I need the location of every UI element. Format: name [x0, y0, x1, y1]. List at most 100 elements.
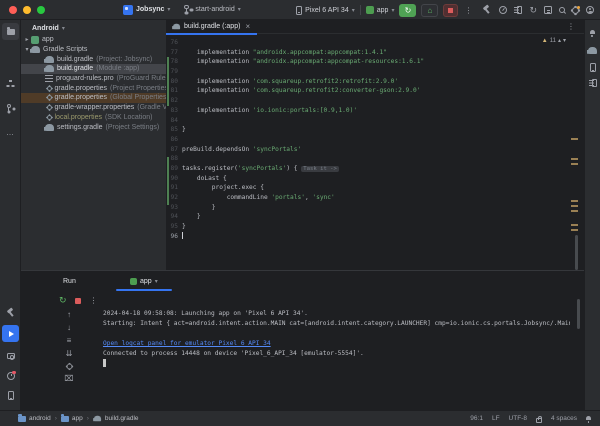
indent-widget[interactable]: 4 spaces — [551, 415, 577, 422]
stop-icon[interactable] — [75, 298, 81, 304]
project-view-selector[interactable]: Android ▾ — [21, 20, 166, 35]
code-token: } — [182, 126, 186, 133]
run-configuration-selector[interactable]: app ▾ — [366, 6, 395, 14]
tree-item[interactable]: build.gradle(Project: Jobsync) — [21, 54, 166, 64]
code-string: 'sync' — [312, 194, 334, 201]
project-tool-button[interactable] — [2, 23, 19, 40]
gradle-file-icon — [45, 65, 54, 72]
logcat-panel-link[interactable]: Open logcat panel for emulator Pixel 6 A… — [103, 340, 271, 347]
running-devices-tool-button[interactable] — [2, 387, 19, 404]
running-devices-tool-button[interactable] — [585, 59, 600, 76]
run-tab-app[interactable]: app ▾ — [116, 271, 172, 291]
apply-changes-button[interactable]: ⌂ — [421, 4, 438, 17]
breadcrumb-android[interactable]: android — [18, 415, 51, 422]
tree-item-hint: (Module :app) — [96, 65, 139, 72]
vcs-branch-widget[interactable]: start-android ▾ — [184, 5, 240, 15]
zoom-window-button[interactable] — [37, 6, 45, 14]
gradle-icon — [588, 47, 597, 54]
tree-item[interactable]: ▸app — [21, 35, 166, 45]
code-line: 84 — [166, 116, 584, 126]
structure-tool-button[interactable] — [2, 75, 19, 92]
console-scrollbar[interactable] — [577, 299, 580, 329]
up-stack-trace-icon[interactable]: ↑ — [67, 311, 71, 319]
scroll-to-end-icon[interactable]: ⇊ — [66, 350, 73, 358]
module-file-icon — [31, 36, 39, 44]
project-logo-icon — [123, 5, 133, 15]
code-token: doLast { — [182, 175, 227, 182]
code-line: 81 implementation 'com.squareup.retrofit… — [166, 86, 584, 96]
editor-scrollbar[interactable] — [575, 235, 578, 270]
notifications-tool-button[interactable] — [585, 24, 600, 41]
tree-item-hint: (Project Properties) — [110, 85, 166, 92]
encoding-widget[interactable]: UTF-8 — [509, 415, 527, 422]
git-tool-button[interactable] — [2, 100, 19, 117]
code-text: } — [182, 203, 216, 213]
tree-item[interactable]: gradle.properties(Global Properties) — [21, 93, 166, 103]
chevron-down-icon: ▾ — [391, 7, 394, 14]
gradle-sync-icon[interactable]: ↻ — [529, 6, 537, 15]
close-icon[interactable]: × — [245, 22, 250, 31]
console-settings-icon[interactable] — [66, 364, 72, 370]
soft-wrap-icon[interactable]: ≡ — [67, 337, 72, 345]
build-icon[interactable] — [482, 5, 492, 15]
build-tool-button[interactable] — [2, 304, 19, 321]
tree-item[interactable]: build.gradle(Module :app) — [21, 64, 166, 74]
rerun-button[interactable]: ↻ — [399, 4, 416, 17]
tree-item[interactable]: proguard-rules.pro(ProGuard Rules for ":… — [21, 74, 166, 84]
tree-item[interactable]: settings.gradle(Project Settings) — [21, 122, 166, 132]
caret-position-widget[interactable]: 96:1 — [470, 415, 483, 422]
logcat-tool-button[interactable] — [2, 347, 19, 364]
chevron-right-icon[interactable]: ▸ — [23, 36, 31, 43]
rerun-icon[interactable]: ↻ — [59, 295, 67, 306]
minimize-window-button[interactable] — [23, 6, 31, 14]
device-selector[interactable]: Pixel 6 API 34 ▾ — [296, 6, 355, 15]
run-console[interactable]: 2024-04-18 09:58:08: Launching app on 'P… — [103, 309, 570, 406]
down-stack-trace-icon[interactable]: ↓ — [67, 324, 71, 332]
run-config-icon — [366, 6, 374, 14]
code-line: 79 — [166, 67, 584, 77]
git-branch-icon — [184, 5, 192, 15]
line-number: 87 — [166, 145, 178, 155]
line-number: 95 — [166, 222, 178, 232]
gradle-tool-button[interactable] — [585, 42, 600, 59]
more-tool-windows-button[interactable]: … — [2, 124, 19, 141]
code-line: 89tasks.register('syncPortals') { Task i… — [166, 164, 584, 174]
code-line: 87preBuild.dependsOn 'syncPortals' — [166, 145, 584, 155]
device-manager-tool-button[interactable] — [585, 75, 600, 92]
problems-tool-button[interactable] — [2, 367, 19, 384]
tree-item[interactable]: gradle.properties(Project Properties) — [21, 83, 166, 93]
run-tool-button[interactable] — [2, 325, 19, 342]
phone-icon — [8, 391, 14, 400]
stop-button[interactable] — [443, 4, 458, 17]
gradle-file-icon — [94, 416, 101, 422]
tree-item[interactable]: local.properties(SDK Location) — [21, 113, 166, 123]
code-token: } — [182, 223, 186, 230]
notifications-icon[interactable] — [586, 416, 592, 422]
project-widget[interactable]: Jobsync ▾ — [123, 5, 170, 15]
tree-item-hint: (Project: Jobsync) — [96, 56, 152, 63]
readonly-lock-icon[interactable] — [536, 418, 542, 423]
breadcrumb-build-gradle[interactable]: build.gradle — [93, 415, 139, 422]
more-actions-menu[interactable]: ⋮ — [463, 6, 473, 15]
line-separator-widget[interactable]: LF — [492, 415, 500, 422]
tree-item[interactable]: gradle-wrapper.properties(Gradle Version… — [21, 103, 166, 113]
code-line: 82 — [166, 96, 584, 106]
search-everywhere-icon[interactable] — [559, 7, 565, 13]
code-token: implementation — [182, 87, 253, 94]
tree-item[interactable]: ▾Gradle Scripts — [21, 45, 166, 55]
code-string: 'com.squareup.retrofit2:retrofit:2.9.0' — [253, 78, 398, 85]
clear-console-icon[interactable]: ⌧ — [64, 375, 73, 383]
more-options-menu[interactable]: ⋮ — [89, 296, 99, 305]
editor-tab-build-gradle[interactable]: build.gradle (:app) × — [166, 20, 257, 34]
tab-options-menu[interactable]: ⋮ — [566, 22, 576, 31]
breadcrumb-app[interactable]: app — [61, 415, 83, 422]
profiler-icon[interactable] — [499, 6, 507, 14]
status-bar-widgets: 96:1 LF UTF-8 4 spaces — [470, 415, 592, 423]
account-icon[interactable] — [586, 6, 594, 14]
gear-file-icon — [47, 105, 52, 110]
close-window-button[interactable] — [9, 6, 17, 14]
device-manager-icon[interactable] — [514, 6, 522, 15]
sdk-manager-icon[interactable] — [544, 6, 552, 14]
settings-icon[interactable] — [572, 7, 579, 14]
code-view[interactable]: 7677 implementation "androidx.appcompat:… — [166, 34, 584, 241]
